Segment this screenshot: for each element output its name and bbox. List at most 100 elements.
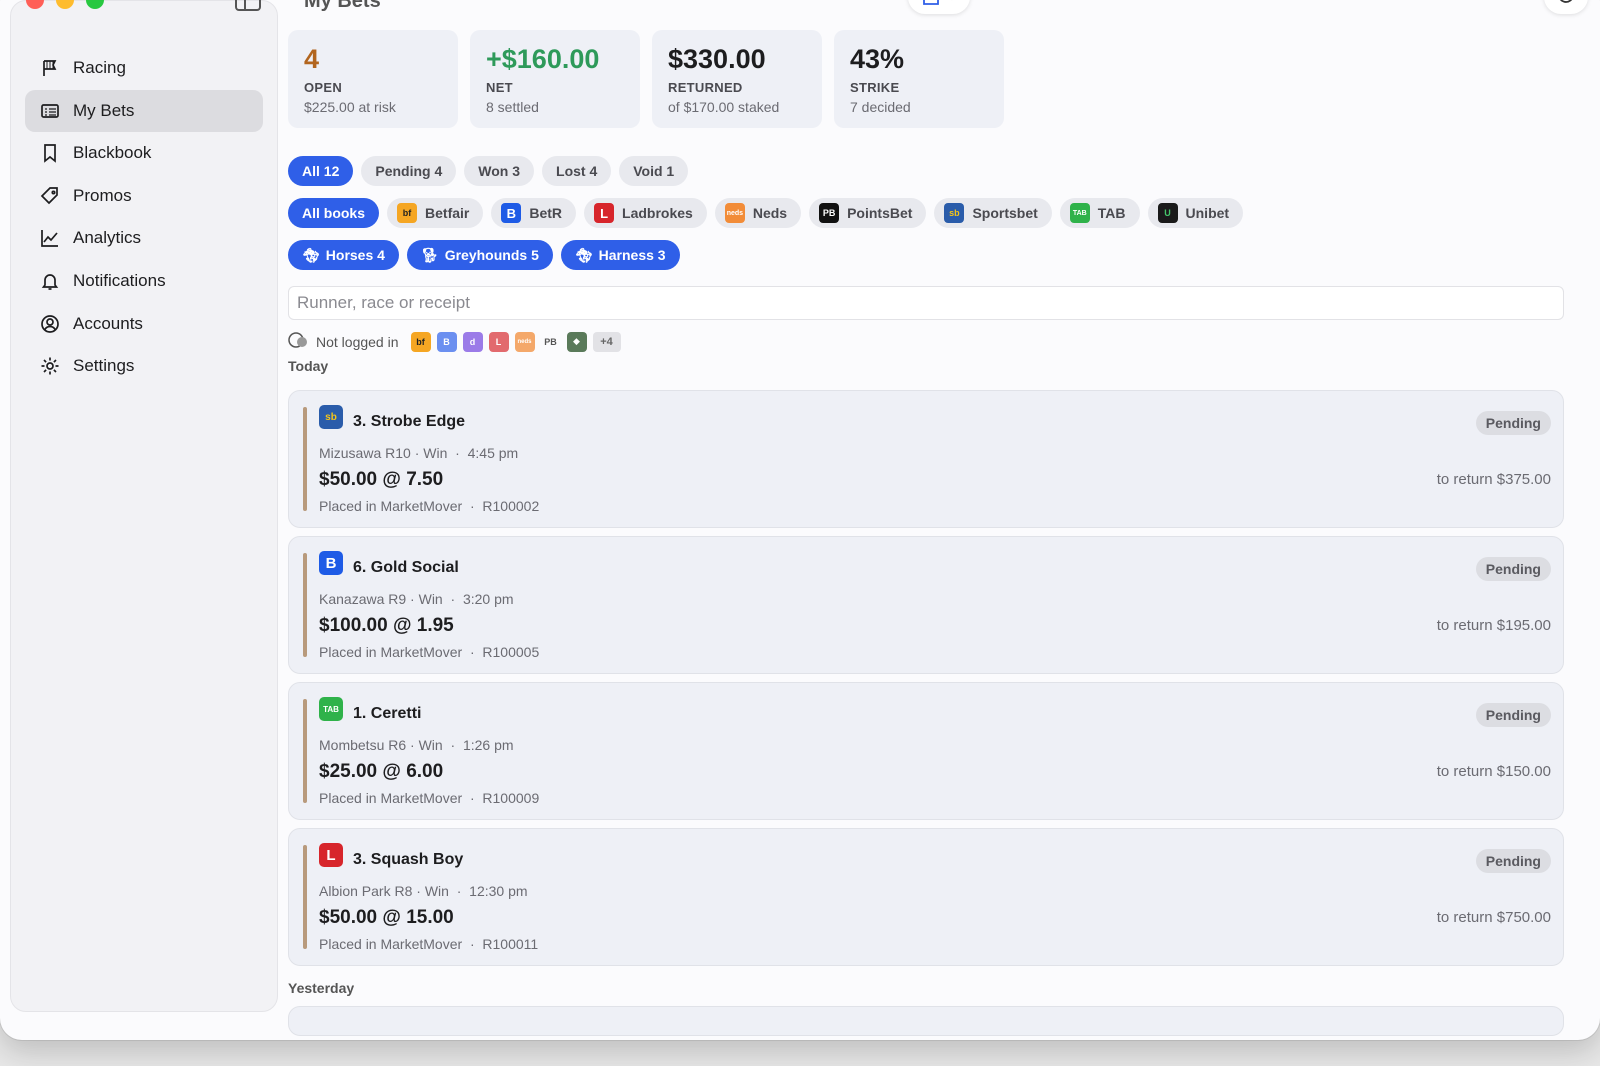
sidebar-item-blackbook[interactable]: Blackbook [25,132,263,174]
section-yesterday: Yesterday [288,980,355,996]
sidebar-item-accounts[interactable]: Accounts [25,303,263,345]
stat-label: NET [486,80,513,95]
chip-label: Betfair [425,205,470,221]
sidebar-item-racing[interactable]: Racing [25,47,263,89]
stat-value: 4 [304,44,320,74]
status-badge: Pending [1475,703,1551,727]
sidebar-item-settings[interactable]: Settings [25,345,263,387]
people-icon [288,330,310,353]
race-info: Albion Park R8 · Win · 12:30 pm [319,883,528,899]
sportsbet-icon: sb [319,405,343,429]
book-filter-betr[interactable]: B BetR [491,198,577,228]
unibet-icon: U [1157,203,1178,223]
pointsbet-icon: PB [544,336,557,347]
book-filter-sportsbet[interactable]: sb Sportsbet [934,198,1052,228]
window-controls [26,0,104,9]
sidebar-item-analytics[interactable]: Analytics [25,217,263,259]
book-filter-tab[interactable]: TAB TAB [1059,198,1140,228]
sidebar-item-promos[interactable]: Promos [25,175,263,217]
betr-icon: B [501,203,522,223]
stat-strike[interactable]: 43% STRIKE 7 decided [834,30,1004,128]
stat-returned[interactable]: $330.00 RETURNED of $170.00 staked [652,30,822,128]
chip-label: Horses 4 [325,247,385,263]
runner-name: 3. Strobe Edge [353,413,466,430]
share-button[interactable] [908,0,970,14]
potential-return: to return $195.00 [1436,617,1551,634]
runner-name: 1. Ceretti [353,705,422,722]
stake-odds: $50.00 @ 15.00 [319,907,454,928]
book-filter-unibet[interactable]: U Unibet [1147,198,1244,228]
status-badge: Pending [1475,557,1551,581]
sidebar-nav: Racing My Bets Blackbook Promos Analytic… [25,47,263,388]
chip-label: All books [302,205,366,221]
book-filter-betfair[interactable]: bf Betfair [387,198,484,228]
bell-icon [39,270,61,292]
placed-info: Placed in MarketMover · R100009 [319,790,540,806]
section-today: Today [288,358,329,374]
stat-sub: of $170.00 staked [668,99,780,115]
ladbrokes-icon: L [319,843,343,867]
sidebar: Racing My Bets Blackbook Promos Analytic… [10,0,278,1012]
stats-row: 4 OPEN $225.00 at risk +$160.00 NET 8 se… [288,30,1004,128]
runner-name: 6. Gold Social [353,559,459,576]
betfair-icon: bf [397,203,418,223]
chip-label: Neds [752,205,788,221]
book-filter-all[interactable]: All books [288,198,380,228]
main-content: My Bets 4 OPEN $225.00 at risk +$160.00 … [288,0,1600,1040]
sidebar-item-label: Accounts [73,313,143,333]
stat-net[interactable]: +$160.00 NET 8 settled [470,30,640,128]
filter-won[interactable]: Won 3 [464,156,535,186]
book-filter-pointsbet[interactable]: PB PointsBet [809,198,927,228]
filter-pending[interactable]: Pending 4 [361,156,457,186]
book-filter-neds[interactable]: neds Neds [714,198,802,228]
filter-lost[interactable]: Lost 4 [542,156,612,186]
filter-all[interactable]: All 12 [288,156,354,186]
more-books-badge: +4 [592,331,621,352]
sidebar-item-label: Analytics [73,228,142,248]
code-filter-greyhounds[interactable]: 🐕︎ Greyhounds 5 [406,240,553,270]
book-filter-ladbrokes[interactable]: L Ladbrokes [584,198,707,228]
ladbrokes-icon: L [594,203,615,223]
betr-icon: B [319,551,343,575]
minimize-window-button[interactable] [56,0,74,9]
bet-card[interactable]: sb 3. Strobe Edge Mizusawa R10 · Win · 4… [288,390,1564,528]
list-icon [39,100,61,122]
status-bar [303,407,307,511]
ladbrokes-icon: L [488,331,509,352]
zoom-window-button[interactable] [86,0,104,9]
search-input[interactable]: Runner, race or receipt [288,286,1564,320]
refresh-button[interactable] [1544,0,1588,14]
race-info: Kanazawa R9 · Win · 3:20 pm [319,591,514,607]
status-bar [303,699,307,803]
book-filter-row: All books bf Betfair B BetR L Ladbrokes ned… [288,198,1244,228]
refresh-icon [1555,0,1577,11]
status-filter-row: All 12 Pending 4 Won 3 Lost 4 Void 1 [288,156,689,186]
bet-card[interactable] [288,1006,1564,1036]
status-bar [303,845,307,949]
sidebar-item-notifications[interactable]: Notifications [25,260,263,302]
stat-value: +$160.00 [486,44,600,74]
chart-icon [39,227,61,249]
login-status-row[interactable]: Not logged in bf B d L neds PB ◆ +4 [288,330,621,353]
horse-icon: 🏇︎ [302,246,320,263]
sidebar-item-my-bets[interactable]: My Bets [25,89,263,132]
sidebar-toggle-icon[interactable] [235,0,261,11]
bet-card[interactable]: TAB 1. Ceretti Mombetsu R6 · Win · 1:26 … [288,682,1564,820]
stat-label: OPEN [304,80,343,95]
close-window-button[interactable] [26,0,44,9]
harness-icon: 🏇︎ [574,246,593,263]
betfair-icon: bf [410,331,431,352]
sidebar-item-label: Promos [73,185,132,205]
filter-void[interactable]: Void 1 [619,156,689,186]
bet-card[interactable]: L 3. Squash Boy Albion Park R8 · Win · 1… [288,828,1564,966]
stat-sub: $225.00 at risk [304,99,396,115]
runner-name: 3. Squash Boy [353,851,464,868]
code-filter-harness[interactable]: 🏇︎ Harness 3 [560,240,680,270]
login-status-label: Not logged in [316,333,399,350]
stat-open[interactable]: 4 OPEN $225.00 at risk [288,30,458,128]
bet-card[interactable]: B 6. Gold Social Kanazawa R9 · Win · 3:2… [288,536,1564,674]
code-filter-horses[interactable]: 🏇︎ Horses 4 [288,240,399,270]
betr-icon: B [436,331,457,352]
gear-icon [39,355,61,377]
stat-label: STRIKE [850,80,900,95]
